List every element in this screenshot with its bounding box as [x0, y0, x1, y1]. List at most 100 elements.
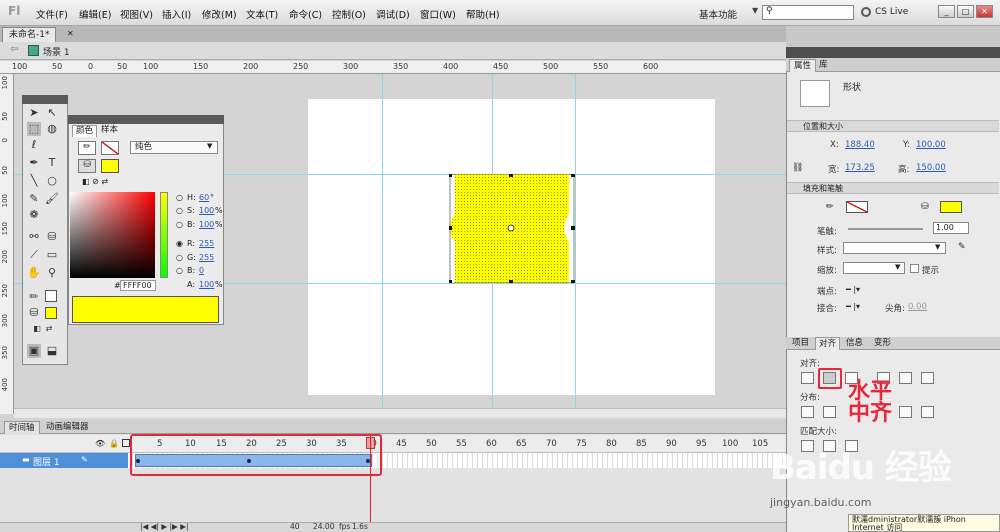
color-type-select[interactable]: 纯色: [130, 141, 218, 154]
horizontal-scrollbar[interactable]: [14, 408, 786, 418]
bone-tool-icon[interactable]: ⚯: [27, 230, 41, 244]
back-arrow-icon[interactable]: ⇦: [10, 44, 18, 55]
tab-library[interactable]: 库: [815, 59, 832, 72]
h-value[interactable]: 60: [199, 193, 209, 202]
hue-slider[interactable]: [160, 192, 168, 278]
menu-window[interactable]: 窗口(W): [420, 7, 456, 21]
fill-color-icon[interactable]: ⛁: [27, 306, 41, 320]
s-value[interactable]: 100: [199, 206, 214, 215]
link-icon[interactable]: ⛓: [792, 163, 803, 173]
align-left-icon[interactable]: [801, 372, 814, 384]
stroke-none-swatch[interactable]: [101, 141, 119, 155]
swap-colors-icon[interactable]: ⇄: [42, 322, 56, 336]
tab-properties[interactable]: 属性: [789, 59, 817, 72]
pen-tool-icon[interactable]: ✒: [27, 156, 41, 170]
r-radio[interactable]: ◉: [176, 239, 183, 248]
cs-live-button[interactable]: CS Live: [875, 7, 908, 17]
tools-panel-header[interactable]: [22, 95, 68, 104]
tab-color[interactable]: 颜色: [72, 125, 98, 137]
close-tab-icon[interactable]: ✕: [67, 29, 74, 38]
chevron-down-icon[interactable]: ▼: [935, 243, 940, 251]
close-window-button[interactable]: ✕: [976, 5, 993, 18]
3d-rotation-tool-icon[interactable]: ◍: [45, 122, 59, 136]
stroke-input[interactable]: 1.00: [933, 222, 969, 234]
eyedropper-tool-icon[interactable]: ⟋: [27, 248, 41, 262]
menu-text[interactable]: 文本(T): [246, 7, 278, 21]
h-radio[interactable]: ○: [176, 193, 183, 202]
width-value[interactable]: 173.25: [845, 163, 875, 173]
blue-radio[interactable]: ○: [176, 266, 183, 275]
line-tool-icon[interactable]: ╲: [27, 174, 41, 188]
scene-label[interactable]: 场景 1: [43, 45, 70, 58]
stroke-slider[interactable]: [848, 228, 923, 230]
chevron-down-icon[interactable]: ▼: [895, 263, 900, 271]
free-transform-tool-icon[interactable]: ⬚: [27, 122, 41, 136]
pencil-tool-icon[interactable]: ✎: [27, 192, 41, 206]
tab-motion-editor[interactable]: 动画编辑器: [42, 421, 93, 434]
alpha-value[interactable]: 100: [199, 280, 214, 289]
align-bottom-icon[interactable]: [921, 372, 934, 384]
edit-style-pencil-icon[interactable]: ✎: [958, 242, 966, 252]
menu-view[interactable]: 视图(V): [120, 7, 153, 21]
workspace-switcher[interactable]: 基本功能: [699, 7, 737, 21]
layer-row[interactable]: [0, 453, 128, 468]
color-panel-header[interactable]: [68, 115, 224, 124]
help-search-input[interactable]: [762, 5, 854, 20]
stroke-pencil-icon[interactable]: ✏: [78, 141, 96, 155]
playback-controls[interactable]: |◀ ◀| ▶ |▶ ▶|: [140, 522, 188, 531]
object-drawing-icon[interactable]: ▣: [27, 344, 41, 358]
height-value[interactable]: 150.00: [916, 163, 946, 173]
menu-commands[interactable]: 命令(C): [289, 7, 322, 21]
selection-tool-icon[interactable]: ➤: [27, 106, 41, 120]
join-select[interactable]: ━ |▾: [846, 302, 860, 311]
miter-value[interactable]: 0.00: [908, 302, 927, 312]
s-radio[interactable]: ○: [176, 206, 183, 215]
eraser-tool-icon[interactable]: ▭: [45, 248, 59, 262]
tab-components[interactable]: 项目: [789, 337, 812, 350]
tab-align[interactable]: 对齐: [815, 337, 841, 350]
stroke-color-icon[interactable]: ✏: [27, 290, 41, 304]
hint-checkbox[interactable]: [910, 264, 919, 273]
yellow-shape[interactable]: [449, 174, 575, 283]
menu-file[interactable]: 文件(F): [36, 7, 68, 21]
tab-info[interactable]: 信息: [843, 337, 866, 350]
b-radio[interactable]: ○: [176, 220, 183, 229]
distribute-left-icon[interactable]: [899, 406, 912, 418]
eye-icon[interactable]: 👁: [95, 439, 105, 448]
y-value[interactable]: 100.00: [916, 140, 946, 150]
section-position-size[interactable]: 位置和大小: [787, 120, 999, 132]
fill-bucket-icon[interactable]: ⛁: [78, 159, 96, 173]
fill-color-swatch[interactable]: [45, 307, 57, 319]
brush-tool-icon[interactable]: 🖌: [45, 192, 59, 206]
oval-tool-icon[interactable]: ○: [45, 174, 59, 188]
r-value[interactable]: 255: [199, 239, 214, 248]
cap-select[interactable]: ━ |▾: [846, 285, 860, 294]
current-frame[interactable]: 40: [290, 522, 300, 531]
distribute-right-icon[interactable]: [921, 406, 934, 418]
hex-input[interactable]: FFFF00: [120, 280, 156, 291]
paint-bucket-tool-icon[interactable]: ⛁: [45, 230, 59, 244]
tab-timeline[interactable]: 时间轴: [4, 421, 40, 434]
x-value[interactable]: 188.40: [845, 140, 875, 150]
chevron-down-icon[interactable]: ▼: [207, 142, 212, 150]
menu-help[interactable]: 帮助(H): [466, 7, 500, 21]
style-select[interactable]: [843, 242, 946, 254]
guide-line[interactable]: [575, 74, 576, 408]
lock-icon[interactable]: 🔒: [109, 439, 119, 448]
blue-value[interactable]: 0: [199, 266, 204, 275]
align-vertical-center-icon[interactable]: [899, 372, 912, 384]
document-tab[interactable]: 未命名-1*: [2, 27, 57, 42]
tab-swatches[interactable]: 样本: [98, 125, 121, 137]
distribute-top-icon[interactable]: [801, 406, 814, 418]
menu-modify[interactable]: 修改(M): [202, 7, 237, 21]
chevron-down-icon[interactable]: ▼: [752, 6, 758, 15]
b-value[interactable]: 100: [199, 220, 214, 229]
menu-control[interactable]: 控制(O): [332, 7, 366, 21]
menu-insert[interactable]: 插入(I): [162, 7, 191, 21]
section-fill-stroke[interactable]: 填充和笔触: [787, 182, 999, 194]
deco-tool-icon[interactable]: ❁: [27, 208, 41, 222]
menu-edit[interactable]: 编辑(E): [79, 7, 111, 21]
distribute-vcenter-icon[interactable]: [823, 406, 836, 418]
g-value[interactable]: 255: [199, 253, 214, 262]
lasso-tool-icon[interactable]: ℓ: [27, 138, 41, 152]
